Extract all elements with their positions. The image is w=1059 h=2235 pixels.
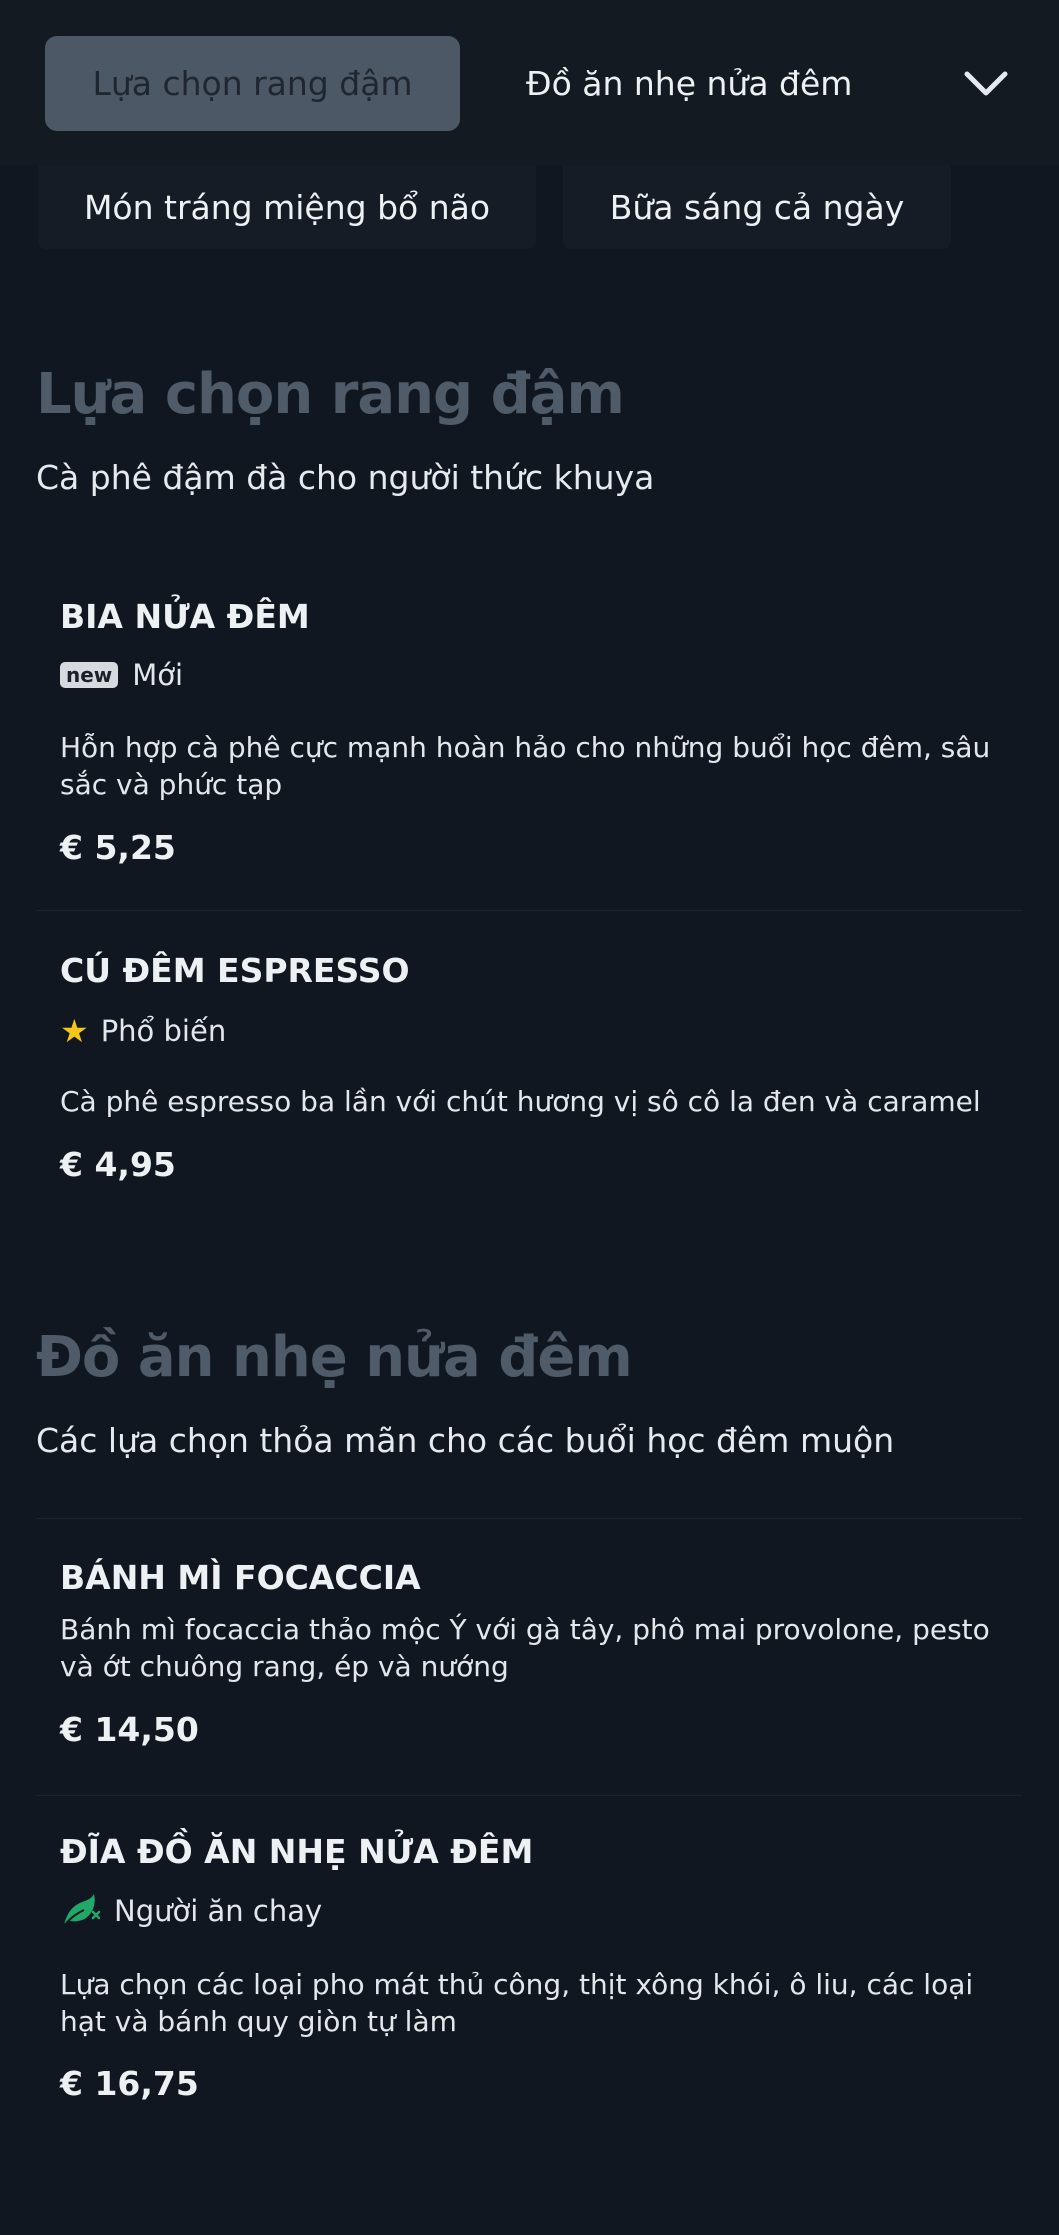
menu-item-name: BIA NỬA ĐÊM — [60, 597, 310, 636]
item-description: Bánh mì focaccia thảo mộc Ý với gà tây, … — [60, 1613, 990, 1683]
item-divider — [36, 1795, 1022, 1796]
section-subtitle: Các lựa chọn thỏa mãn cho các buổi học đ… — [36, 1421, 895, 1460]
section-subtitle: Cà phê đậm đà cho người thức khuya — [36, 458, 655, 497]
tab-brain-desserts[interactable]: Món tráng miệng bổ não — [38, 165, 536, 249]
item-price: € 16,75 — [60, 2064, 199, 2103]
star-icon: ★ — [60, 1012, 89, 1050]
chevron-down-icon[interactable] — [963, 64, 1009, 104]
item-tag: ★ Phổ biến — [60, 1012, 226, 1050]
new-badge: new — [60, 662, 119, 688]
menu-item-name: BÁNH MÌ FOCACCIA — [60, 1558, 421, 1597]
item-price: € 5,25 — [60, 828, 176, 867]
section-title: Lựa chọn rang đậm — [36, 362, 625, 427]
menu-item-name: ĐĨA ĐỒ ĂN NHẸ NỬA ĐÊM — [60, 1832, 534, 1871]
tab-midnight-snacks[interactable]: Đồ ăn nhẹ nửa đêm — [526, 36, 852, 131]
tab-dark-roast[interactable]: Lựa chọn rang đậm — [45, 36, 460, 131]
item-divider — [36, 1518, 1022, 1519]
item-tag: new Mới — [60, 658, 183, 692]
tag-label: Mới — [132, 658, 184, 692]
leaf-icon — [63, 1894, 101, 1927]
section-title: Đồ ăn nhẹ nửa đêm — [36, 1325, 633, 1390]
item-price: € 4,95 — [60, 1145, 176, 1184]
item-tag: Người ăn chay — [60, 1892, 322, 1930]
item-description: Cà phê espresso ba lần với chút hương vị… — [60, 1085, 981, 1118]
item-description: Lựa chọn các loại pho mát thủ công, thịt… — [60, 1968, 974, 2038]
item-price: € 14,50 — [60, 1710, 199, 1749]
tag-label: Phổ biến — [100, 1014, 227, 1048]
tag-label: Người ăn chay — [114, 1894, 323, 1928]
menu-item-name: CÚ ĐÊM ESPRESSO — [60, 951, 410, 990]
item-description: Hỗn hợp cà phê cực mạnh hoàn hảo cho nhữ… — [60, 731, 991, 801]
tab-all-day-breakfast[interactable]: Bữa sáng cả ngày — [563, 165, 951, 249]
item-divider — [36, 910, 1022, 911]
